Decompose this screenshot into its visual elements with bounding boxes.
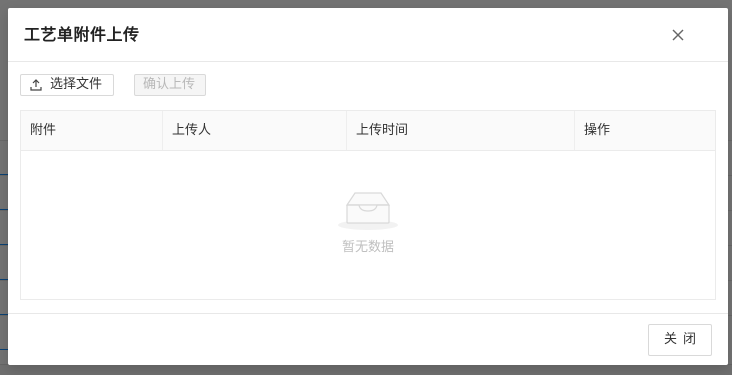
upload-attachment-modal: 工艺单附件上传 选择文件 确认上传 附件 上传人 上传时间 操作 暂无数据 关闭 bbox=[8, 8, 728, 365]
column-header-upload-time: 上传时间 bbox=[346, 111, 574, 150]
upload-icon bbox=[29, 78, 43, 92]
close-icon[interactable] bbox=[668, 25, 688, 45]
empty-inbox-icon bbox=[335, 187, 401, 231]
modal-header: 工艺单附件上传 bbox=[8, 8, 728, 62]
column-header-uploader: 上传人 bbox=[162, 111, 346, 150]
confirm-upload-button[interactable]: 确认上传 bbox=[134, 74, 206, 96]
column-header-attachment: 附件 bbox=[30, 123, 57, 138]
modal-title: 工艺单附件上传 bbox=[24, 25, 140, 44]
table-header: 附件 上传人 上传时间 操作 bbox=[21, 111, 715, 151]
confirm-upload-label: 确认上传 bbox=[143, 77, 196, 92]
empty-state-text: 暂无数据 bbox=[341, 240, 394, 255]
attachment-table: 附件 上传人 上传时间 操作 暂无数据 bbox=[20, 110, 716, 300]
select-file-button[interactable]: 选择文件 bbox=[20, 74, 114, 96]
select-file-label: 选择文件 bbox=[50, 77, 103, 92]
column-header-actions: 操作 bbox=[574, 111, 715, 150]
modal-footer: 关闭 bbox=[8, 313, 728, 366]
close-button[interactable]: 关闭 bbox=[648, 324, 712, 356]
